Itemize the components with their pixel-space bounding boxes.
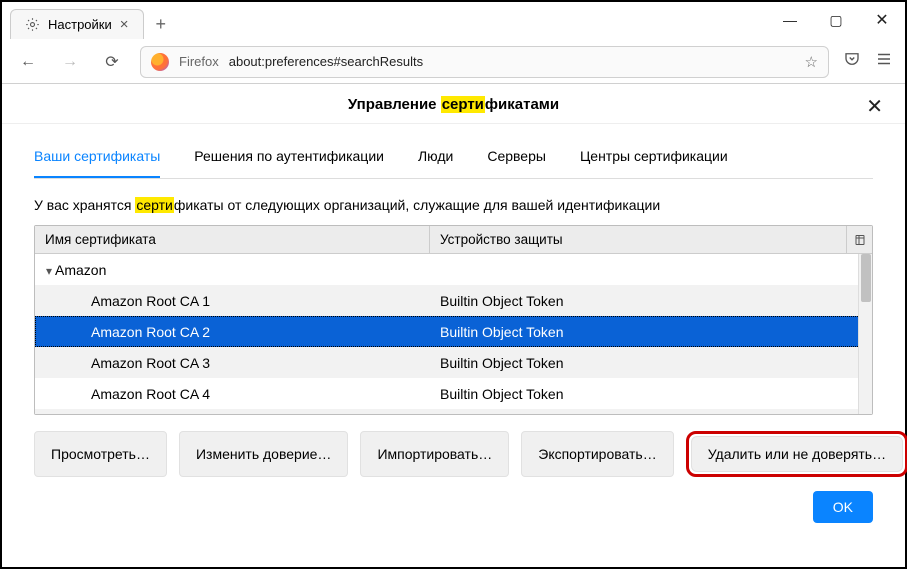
tab-servers[interactable]: Серверы bbox=[487, 148, 546, 178]
buttons-row: Просмотреть… Изменить доверие… Импортиро… bbox=[2, 415, 905, 477]
new-tab-button[interactable]: + bbox=[156, 14, 167, 35]
tab-your-certs[interactable]: Ваши сертификаты bbox=[34, 148, 160, 178]
forward-button: → bbox=[56, 48, 84, 76]
pocket-icon[interactable] bbox=[843, 50, 861, 73]
back-button[interactable]: ← bbox=[14, 48, 42, 76]
group-row[interactable]: ▾Amazon bbox=[35, 254, 872, 285]
scrollbar[interactable] bbox=[858, 254, 872, 414]
column-picker-icon[interactable] bbox=[846, 226, 872, 253]
url-brand: Firefox bbox=[179, 54, 219, 69]
cert-tabs: Ваши сертификаты Решения по аутентификац… bbox=[2, 124, 905, 178]
column-header-device[interactable]: Устройство защиты bbox=[430, 226, 846, 253]
intro-text: У вас хранятся сертификаты от следующих … bbox=[2, 179, 905, 225]
tab-auth[interactable]: Решения по аутентификации bbox=[194, 148, 384, 178]
cert-grid: Имя сертификата Устройство защиты ▾Amazo… bbox=[34, 225, 873, 415]
maximize-button[interactable]: ▢ bbox=[813, 2, 859, 38]
edit-trust-button[interactable]: Изменить доверие… bbox=[179, 431, 348, 477]
dialog-title: Управление сертификатами bbox=[348, 96, 559, 113]
export-button[interactable]: Экспортировать… bbox=[521, 431, 673, 477]
view-button[interactable]: Просмотреть… bbox=[34, 431, 167, 477]
delete-highlight: Удалить или не доверять… bbox=[686, 431, 907, 477]
toolbar: ← → ⟳ Firefox about:preferences#searchRe… bbox=[2, 40, 905, 84]
table-row[interactable]: Amazon Root CA 4 Builtin Object Token bbox=[35, 378, 872, 409]
tab-close-icon[interactable]: × bbox=[120, 16, 129, 33]
grid-header: Имя сертификата Устройство защиты bbox=[35, 226, 872, 254]
url-bar[interactable]: Firefox about:preferences#searchResults … bbox=[140, 46, 829, 78]
dialog-close-icon[interactable]: ✕ bbox=[866, 94, 883, 119]
dialog-title-bar: Управление сертификатами ✕ bbox=[2, 84, 905, 124]
table-row[interactable]: Amazon Root CA 3 Builtin Object Token bbox=[35, 347, 872, 378]
table-row[interactable]: Amazon Root CA 2 Builtin Object Token bbox=[35, 316, 872, 347]
bookmark-star-icon[interactable]: ☆ bbox=[805, 53, 818, 71]
table-row[interactable]: Amazon Root CA 1 Builtin Object Token bbox=[35, 285, 872, 316]
grid-body: ▾Amazon Amazon Root CA 1 Builtin Object … bbox=[35, 254, 872, 414]
import-button[interactable]: Импортировать… bbox=[360, 431, 509, 477]
window-controls[interactable]: — ▢ ✕ bbox=[767, 2, 905, 38]
firefox-icon bbox=[151, 53, 169, 71]
url-text: about:preferences#searchResults bbox=[229, 54, 423, 69]
tab-title: Настройки bbox=[48, 17, 112, 32]
ok-button[interactable]: OK bbox=[813, 491, 873, 523]
delete-button[interactable]: Удалить или не доверять… bbox=[691, 436, 903, 472]
tab-authorities[interactable]: Центры сертификации bbox=[580, 148, 728, 178]
column-header-name[interactable]: Имя сертификата bbox=[35, 226, 430, 253]
menu-icon[interactable] bbox=[875, 50, 893, 73]
browser-tab[interactable]: Настройки × bbox=[10, 9, 144, 39]
chevron-down-icon: ▾ bbox=[35, 264, 55, 278]
minimize-button[interactable]: — bbox=[767, 2, 813, 38]
scrollbar-thumb[interactable] bbox=[861, 254, 871, 302]
window-close-button[interactable]: ✕ bbox=[859, 2, 905, 38]
table-row[interactable]: Amazon Модуль защиты bbox=[35, 409, 872, 414]
tab-people[interactable]: Люди bbox=[418, 148, 453, 178]
gear-icon bbox=[25, 17, 40, 32]
reload-button[interactable]: ⟳ bbox=[98, 48, 126, 76]
